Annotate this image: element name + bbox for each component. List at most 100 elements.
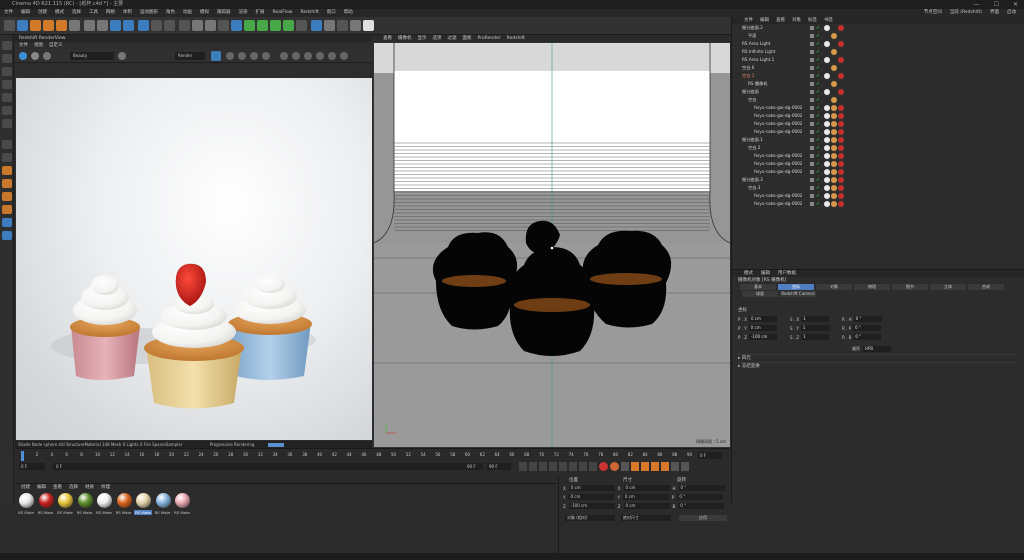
menu-item-6[interactable]: 网格 bbox=[106, 9, 115, 17]
visibility-dot[interactable] bbox=[810, 42, 814, 46]
material-ball[interactable] bbox=[38, 493, 54, 508]
coordinate-field[interactable]: 0 cm bbox=[623, 503, 670, 509]
material-tag-icon[interactable] bbox=[838, 129, 844, 135]
material-tag-icon[interactable] bbox=[831, 193, 837, 199]
attribute-button-3[interactable]: 物理 bbox=[854, 284, 890, 290]
material-tag-icon[interactable] bbox=[831, 113, 837, 119]
mograph-icon[interactable] bbox=[283, 20, 294, 31]
object-row[interactable]: feiyu-cake-gai-dg-0002 ✓ bbox=[732, 128, 1024, 136]
object-tab-3[interactable]: 对象 bbox=[792, 17, 801, 24]
edge-mode-icon[interactable] bbox=[2, 93, 12, 102]
prev-key-icon[interactable] bbox=[529, 462, 537, 471]
visibility-dot[interactable] bbox=[810, 154, 814, 158]
material-tag-icon[interactable] bbox=[831, 33, 837, 39]
material-tag-icon[interactable] bbox=[824, 137, 830, 143]
viewport-canvas[interactable]: 网格间距 : 5 cm bbox=[374, 43, 730, 447]
viewport-menu-item-3[interactable]: 选项 bbox=[433, 35, 442, 42]
material-tag-icon[interactable] bbox=[824, 169, 830, 175]
attribute-button-5[interactable]: 立体 bbox=[930, 284, 966, 290]
object-row[interactable]: 细分曲面.1 ✓ bbox=[732, 136, 1024, 144]
enabled-check-icon[interactable]: ✓ bbox=[816, 64, 820, 72]
visibility-dot[interactable] bbox=[810, 130, 814, 134]
material-tag-icon[interactable] bbox=[824, 193, 830, 199]
material-tag-icon[interactable] bbox=[824, 201, 830, 207]
enabled-check-icon[interactable]: ✓ bbox=[816, 136, 820, 144]
point-mode-icon[interactable] bbox=[2, 80, 12, 89]
enabled-check-icon[interactable]: ✓ bbox=[816, 112, 820, 120]
enabled-check-icon[interactable]: ✓ bbox=[816, 32, 820, 40]
grid-snap-icon[interactable] bbox=[311, 20, 322, 31]
object-tab-2[interactable]: 查看 bbox=[776, 17, 785, 24]
go-end-icon[interactable] bbox=[579, 462, 587, 471]
object-row[interactable]: 空白 ✓ bbox=[732, 96, 1024, 104]
compare-icon[interactable] bbox=[340, 52, 348, 60]
enabled-check-icon[interactable]: ✓ bbox=[816, 144, 820, 152]
crop-icon[interactable] bbox=[292, 52, 300, 60]
attribute-button-1[interactable]: 坐标 bbox=[778, 284, 814, 290]
material-tag-icon[interactable] bbox=[838, 73, 844, 79]
loop-icon[interactable] bbox=[589, 462, 597, 471]
material-tag-icon[interactable] bbox=[838, 41, 844, 47]
enabled-check-icon[interactable]: ✓ bbox=[816, 96, 820, 104]
zoom-icon[interactable] bbox=[316, 52, 324, 60]
material-ball[interactable] bbox=[58, 493, 73, 508]
autokey-icon[interactable] bbox=[610, 462, 619, 471]
camera-icon[interactable] bbox=[257, 20, 268, 31]
material-tag-icon[interactable] bbox=[824, 113, 830, 119]
material-tag-icon[interactable] bbox=[824, 57, 830, 63]
enabled-check-icon[interactable]: ✓ bbox=[816, 80, 820, 88]
enabled-check-icon[interactable]: ✓ bbox=[816, 56, 820, 64]
rv-menu-item-0[interactable]: 文件 bbox=[19, 42, 28, 49]
subdivide-icon[interactable] bbox=[205, 20, 216, 31]
stop-render-icon[interactable] bbox=[31, 52, 39, 60]
recent-tool-icon[interactable] bbox=[69, 20, 80, 31]
material-tag-icon[interactable] bbox=[838, 201, 844, 207]
make-editable-icon[interactable] bbox=[2, 41, 12, 50]
object-tab-5[interactable]: 书签 bbox=[824, 17, 833, 24]
material-tag-icon[interactable] bbox=[838, 153, 844, 159]
object-row[interactable]: 空白.3 ✓ bbox=[732, 184, 1024, 192]
material-tag-icon[interactable] bbox=[824, 129, 830, 135]
array-icon[interactable] bbox=[218, 20, 229, 31]
menu-item-14[interactable]: 扩展 bbox=[256, 9, 265, 17]
model-mode-icon[interactable] bbox=[2, 54, 12, 63]
material-tag-icon[interactable] bbox=[831, 177, 837, 183]
enabled-check-icon[interactable]: ✓ bbox=[816, 152, 820, 160]
redshift-volume-icon[interactable] bbox=[2, 231, 12, 240]
visibility-dot[interactable] bbox=[810, 66, 814, 70]
material-tag-icon[interactable] bbox=[831, 129, 837, 135]
material-ball[interactable] bbox=[77, 493, 93, 508]
object-row[interactable]: RS Infinite Light ✓ bbox=[732, 48, 1024, 56]
timeline-playhead[interactable] bbox=[21, 451, 24, 461]
redshift-material-icon[interactable] bbox=[2, 205, 12, 214]
material-tag-icon[interactable] bbox=[831, 201, 837, 207]
menu-item-18[interactable]: 帮助 bbox=[344, 9, 353, 17]
menu-item-13[interactable]: 渲染 bbox=[239, 9, 248, 17]
current-frame-field[interactable]: 0 F bbox=[19, 463, 45, 470]
material-tag-icon[interactable] bbox=[824, 25, 830, 31]
workplane-icon[interactable] bbox=[324, 20, 335, 31]
material-tag-icon[interactable] bbox=[824, 73, 830, 79]
attribute-tab-1[interactable]: 编辑 bbox=[761, 270, 770, 277]
menubar-right-item-0[interactable]: 节点空间 bbox=[924, 9, 942, 17]
key-pla-icon[interactable] bbox=[671, 462, 679, 471]
visibility-dot[interactable] bbox=[810, 186, 814, 190]
bulb-icon[interactable] bbox=[363, 20, 374, 31]
lock-axis-icon[interactable] bbox=[337, 20, 348, 31]
param-field[interactable]: 1 bbox=[801, 316, 830, 322]
coordinate-field[interactable]: 0 cm bbox=[623, 485, 670, 491]
visibility-dot[interactable] bbox=[810, 202, 814, 206]
coordinate-field[interactable]: 0 cm bbox=[568, 494, 615, 500]
fit-icon[interactable] bbox=[280, 52, 288, 60]
undo-icon[interactable] bbox=[4, 20, 15, 31]
attribute-button-4[interactable]: 细节 bbox=[892, 284, 928, 290]
scale-icon[interactable] bbox=[43, 20, 54, 31]
visibility-dot[interactable] bbox=[810, 58, 814, 62]
material-tag-icon[interactable] bbox=[831, 121, 837, 127]
visibility-dot[interactable] bbox=[810, 98, 814, 102]
material-tag-icon[interactable] bbox=[838, 121, 844, 127]
material-tab-3[interactable]: 选择 bbox=[69, 484, 78, 491]
object-row[interactable]: feiyu-cake-gai-dg-0002 ✓ bbox=[732, 168, 1024, 176]
enabled-check-icon[interactable]: ✓ bbox=[816, 88, 820, 96]
object-row[interactable]: feiyu-cake-gai-dg-0002 ✓ bbox=[732, 192, 1024, 200]
